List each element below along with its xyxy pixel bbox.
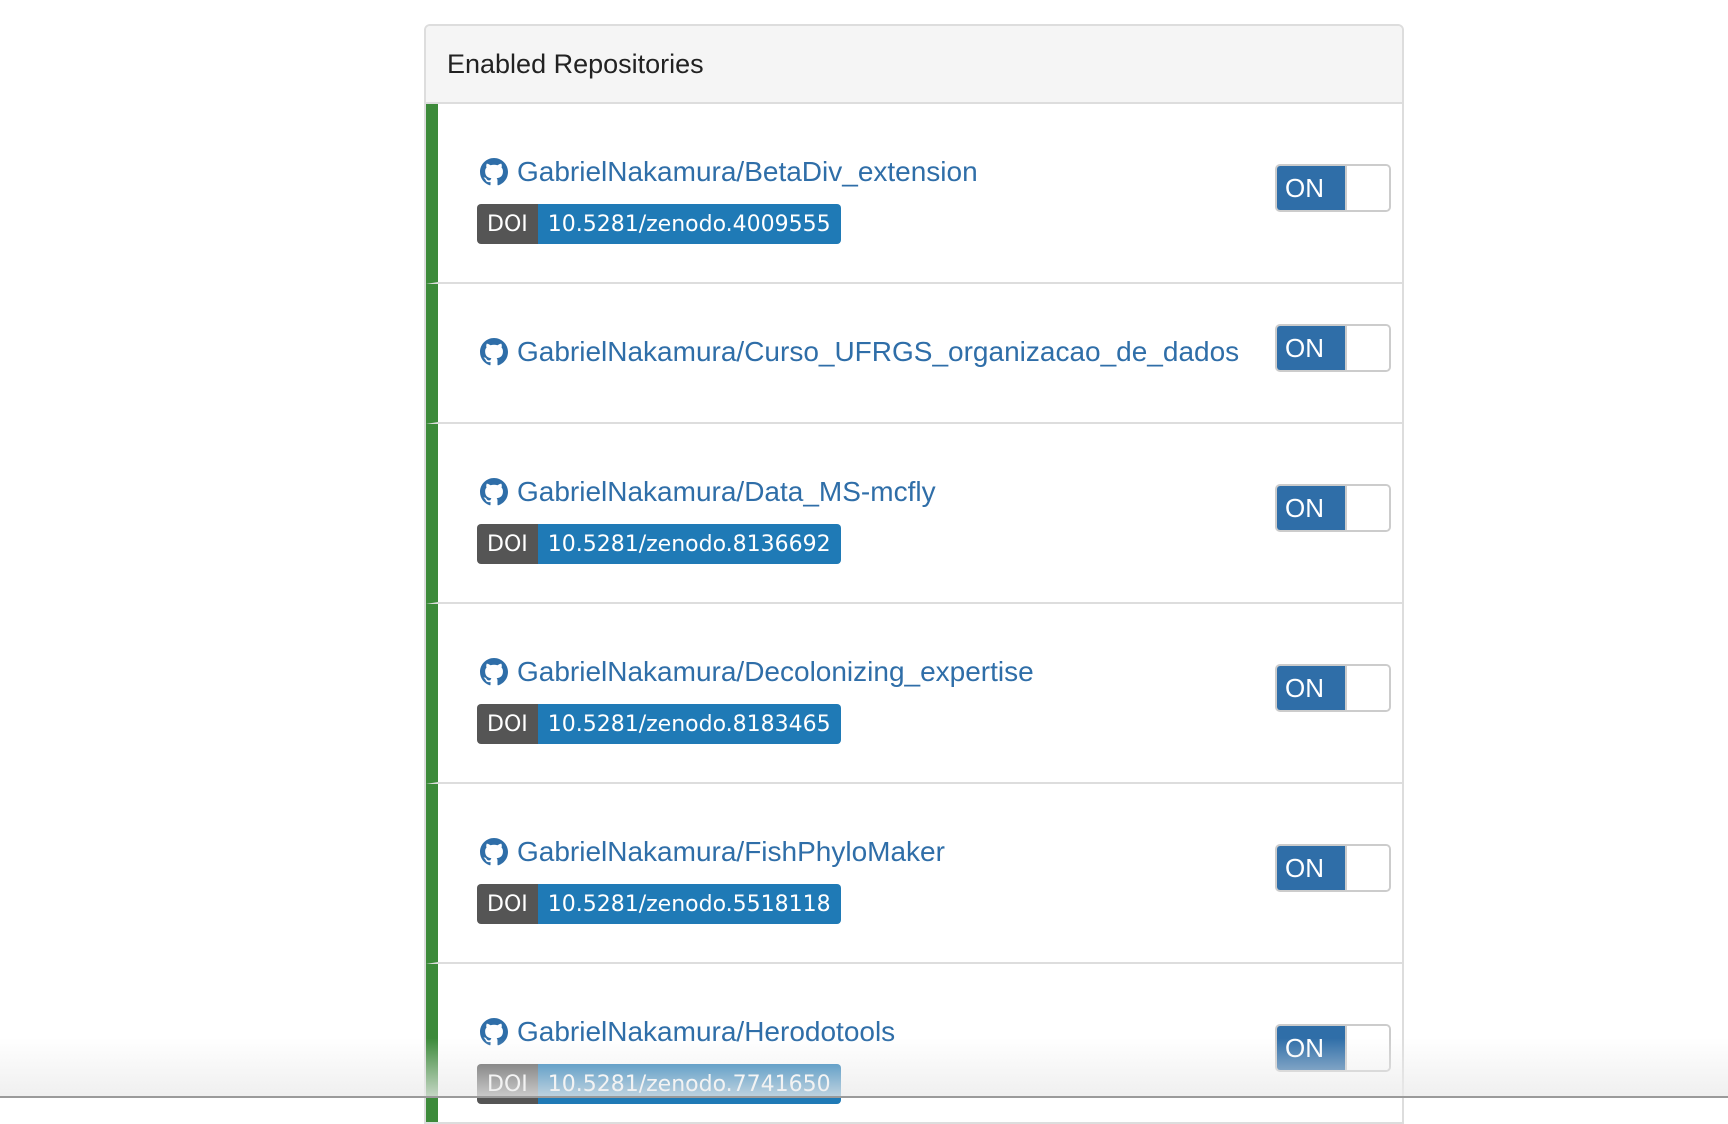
panel-title: Enabled Repositories	[447, 49, 704, 80]
github-icon	[480, 658, 508, 686]
repository-item: GabrielNakamura/Data_MS-mcfly DOI 10.528…	[426, 424, 1402, 604]
repository-item: GabrielNakamura/FishPhyloMaker DOI 10.52…	[426, 784, 1402, 964]
github-icon	[480, 1018, 508, 1046]
doi-badge[interactable]: DOI 10.5281/zenodo.5518118	[477, 884, 841, 924]
repository-link[interactable]: GabrielNakamura/Curso_UFRGS_organizacao_…	[480, 336, 1239, 368]
doi-badge[interactable]: DOI 10.5281/zenodo.4009555	[477, 204, 841, 244]
doi-badge-value: 10.5281/zenodo.4009555	[538, 204, 841, 244]
doi-badge-label: DOI	[477, 204, 538, 244]
repository-name: GabrielNakamura/Herodotools	[517, 1016, 895, 1048]
repository-link[interactable]: GabrielNakamura/BetaDiv_extension	[480, 156, 978, 188]
switch-knob	[1345, 666, 1389, 710]
enabled-repositories-panel: Enabled Repositories GabrielNakamura/Bet…	[424, 24, 1404, 1124]
switch-on-label: ON	[1277, 166, 1345, 210]
github-icon	[480, 478, 508, 506]
doi-badge-label: DOI	[477, 884, 538, 924]
doi-badge-value: 10.5281/zenodo.7741650	[538, 1064, 841, 1104]
switch-knob	[1345, 486, 1389, 530]
doi-badge-label: DOI	[477, 1064, 538, 1104]
doi-badge-value: 10.5281/zenodo.5518118	[538, 884, 841, 924]
switch-on-label: ON	[1277, 666, 1345, 710]
switch-knob	[1345, 1026, 1389, 1070]
repository-toggle-switch[interactable]: ON	[1275, 484, 1391, 532]
doi-badge[interactable]: DOI 10.5281/zenodo.8136692	[477, 524, 841, 564]
repository-name: GabrielNakamura/Decolonizing_expertise	[517, 656, 1034, 688]
repository-toggle-switch[interactable]: ON	[1275, 844, 1391, 892]
repository-toggle-switch[interactable]: ON	[1275, 1024, 1391, 1072]
doi-badge[interactable]: DOI 10.5281/zenodo.7741650	[477, 1064, 841, 1104]
switch-knob	[1345, 846, 1389, 890]
doi-badge-label: DOI	[477, 524, 538, 564]
panel-heading: Enabled Repositories	[426, 26, 1402, 104]
repository-list: GabrielNakamura/BetaDiv_extension DOI 10…	[426, 104, 1402, 1124]
switch-on-label: ON	[1277, 326, 1345, 370]
repository-link[interactable]: GabrielNakamura/FishPhyloMaker	[480, 836, 945, 868]
repository-item: GabrielNakamura/BetaDiv_extension DOI 10…	[426, 104, 1402, 284]
repository-item: GabrielNakamura/Curso_UFRGS_organizacao_…	[426, 284, 1402, 424]
repository-toggle-switch[interactable]: ON	[1275, 164, 1391, 212]
repository-toggle-switch[interactable]: ON	[1275, 664, 1391, 712]
repository-name: GabrielNakamura/BetaDiv_extension	[517, 156, 978, 188]
github-icon	[480, 838, 508, 866]
repository-link[interactable]: GabrielNakamura/Data_MS-mcfly	[480, 476, 936, 508]
switch-on-label: ON	[1277, 486, 1345, 530]
repository-name: GabrielNakamura/Data_MS-mcfly	[517, 476, 936, 508]
switch-knob	[1345, 166, 1389, 210]
doi-badge-value: 10.5281/zenodo.8183465	[538, 704, 841, 744]
doi-badge-label: DOI	[477, 704, 538, 744]
repository-link[interactable]: GabrielNakamura/Herodotools	[480, 1016, 895, 1048]
repository-name: GabrielNakamura/FishPhyloMaker	[517, 836, 945, 868]
switch-on-label: ON	[1277, 846, 1345, 890]
switch-on-label: ON	[1277, 1026, 1345, 1070]
doi-badge[interactable]: DOI 10.5281/zenodo.8183465	[477, 704, 841, 744]
github-icon	[480, 158, 508, 186]
repository-link[interactable]: GabrielNakamura/Decolonizing_expertise	[480, 656, 1034, 688]
repository-name: GabrielNakamura/Curso_UFRGS_organizacao_…	[517, 336, 1239, 368]
repository-item: GabrielNakamura/Decolonizing_expertise D…	[426, 604, 1402, 784]
doi-badge-value: 10.5281/zenodo.8136692	[538, 524, 841, 564]
switch-knob	[1345, 326, 1389, 370]
repository-toggle-switch[interactable]: ON	[1275, 324, 1391, 372]
repository-item: GabrielNakamura/Herodotools DOI 10.5281/…	[426, 964, 1402, 1124]
github-icon	[480, 338, 508, 366]
